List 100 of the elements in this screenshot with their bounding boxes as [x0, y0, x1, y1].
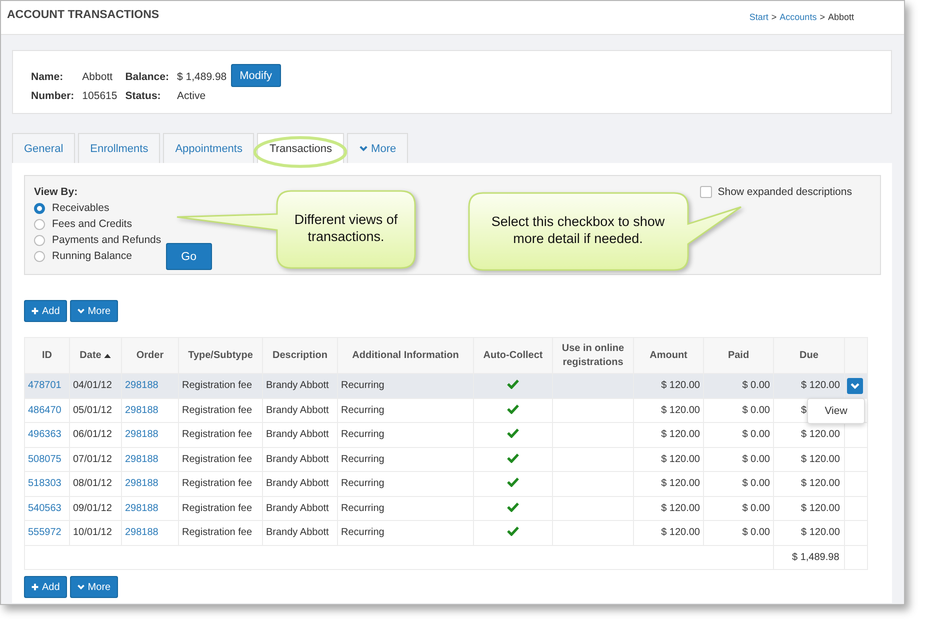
radio-option[interactable]: Payments and Refunds: [34, 234, 162, 246]
column-header: ID: [24, 338, 70, 374]
table-cell: Recurring: [341, 454, 384, 465]
field-value: Abbott: [82, 71, 114, 83]
table-cell: $ 0.00: [742, 502, 770, 514]
page-title: ACCOUNT TRANSACTIONS: [7, 9, 160, 21]
table-cell: Brandy Abbott: [266, 404, 329, 416]
breadcrumb-link[interactable]: Accounts: [780, 12, 817, 22]
table-cell: Recurring: [341, 404, 384, 416]
table-cell: $ 0.00: [742, 380, 770, 392]
table-cell: Registration fee: [182, 478, 252, 490]
tab[interactable]: Appointments: [163, 133, 254, 163]
table-cell: $ 120.00: [801, 429, 840, 440]
tab[interactable]: General: [12, 133, 76, 163]
add-button[interactable]: Add: [24, 576, 67, 598]
table-cell: $ 120.00: [801, 454, 840, 465]
table-cell: Registration fee: [182, 380, 252, 392]
table-cell: $ 120.00: [801, 478, 840, 490]
table-cell: 04/01/12: [73, 380, 112, 392]
table-cell: $ 120.00: [801, 502, 840, 514]
table-cell: Recurring: [341, 429, 384, 440]
table-cell: $ 120.00: [661, 454, 700, 465]
chevron-down-icon: [76, 583, 85, 591]
column-header: Due: [774, 338, 844, 374]
breadcrumb-separator: >: [820, 12, 825, 22]
table-cell: 08/01/12: [73, 478, 112, 490]
column-header: Use in online registrations: [552, 338, 634, 374]
table-cell: $ 120.00: [661, 478, 700, 490]
callout-text: Different views of transactions.: [293, 211, 399, 245]
column-header: Additional Information: [338, 338, 474, 374]
column-header: Type/Subtype: [178, 338, 262, 374]
field-label: Name:: [31, 71, 64, 83]
table-cell: 10/01/12: [73, 527, 112, 538]
column-header: Auto-Collect: [474, 338, 552, 374]
plus-icon: [31, 583, 39, 591]
tab[interactable]: More: [347, 133, 408, 163]
more-button[interactable]: More: [70, 576, 118, 598]
radio-option[interactable]: Running Balance: [34, 250, 162, 262]
table-cell: Registration fee: [182, 527, 252, 538]
field-value: 105615: [82, 90, 118, 102]
callout-text: Select this checkbox to show more detail if needed.: [490, 213, 666, 247]
plus-icon: [31, 307, 39, 315]
more-button[interactable]: More: [70, 300, 118, 322]
add-button[interactable]: Add: [24, 300, 67, 322]
table-cell: Brandy Abbott: [266, 527, 329, 538]
table-cell: Recurring: [341, 502, 384, 514]
field-label: Balance:: [125, 71, 169, 83]
chevron-down-icon: [76, 307, 85, 315]
table-cell: 06/01/12: [73, 429, 112, 440]
field-label: Status:: [125, 90, 162, 102]
table-cell: $ 0.00: [742, 404, 770, 416]
column-header[interactable]: Date: [70, 338, 122, 374]
table-cell: Brandy Abbott: [266, 478, 329, 490]
column-header: Amount: [634, 338, 704, 374]
radio-option[interactable]: Fees and Credits: [34, 218, 162, 230]
row-menu-button[interactable]: [847, 378, 863, 394]
table-cell: Registration fee: [182, 429, 252, 440]
view-by-label: View By:: [34, 186, 79, 198]
breadcrumb-link[interactable]: Start: [749, 12, 768, 22]
table-cell: Registration fee: [182, 404, 252, 416]
table-cell: $ 0.00: [742, 454, 770, 465]
table-cell: $ 120.00: [661, 429, 700, 440]
table-cell: $ 120.00: [661, 380, 700, 392]
table-cell: Brandy Abbott: [266, 454, 329, 465]
total-amount: $ 1,489.98: [792, 552, 840, 563]
radio-option[interactable]: Receivables: [34, 202, 162, 214]
chevron-down-icon: [850, 380, 860, 391]
table-cell: $ 0.00: [742, 429, 770, 440]
column-header: Order: [122, 338, 178, 374]
table-cell: $ 120.00: [661, 404, 700, 416]
table-cell: Brandy Abbott: [266, 502, 329, 514]
field-value: $ 1,489.98: [177, 71, 227, 83]
column-header: Paid: [704, 338, 774, 374]
current-page-label: Abbott: [828, 12, 854, 22]
table-cell: 07/01/12: [73, 454, 112, 465]
menu-item[interactable]: View: [808, 405, 864, 417]
table-cell: $ 120.00: [801, 527, 840, 538]
expanded-descriptions-checkbox[interactable]: Show expanded descriptions: [700, 186, 852, 200]
field-value: Active: [177, 90, 207, 102]
table-cell: 09/01/12: [73, 502, 112, 514]
modify-button[interactable]: Modify: [230, 64, 282, 87]
field-label: Number:: [31, 90, 74, 102]
table-cell: Recurring: [341, 527, 384, 538]
table-cell: $ 0.00: [742, 478, 770, 490]
chevron-down-icon: [359, 144, 368, 153]
table-cell: $: [801, 404, 807, 416]
go-button[interactable]: Go: [166, 243, 212, 270]
breadcrumb-separator: >: [771, 12, 777, 22]
table-cell: 05/01/12: [73, 404, 112, 416]
table-cell: Brandy Abbott: [266, 429, 329, 440]
table-cell: $ 120.00: [801, 380, 840, 392]
table-cell: $ 120.00: [661, 527, 700, 538]
table-cell: Registration fee: [182, 502, 252, 514]
table-cell: $ 120.00: [661, 502, 700, 514]
tab[interactable]: Enrollments: [78, 133, 160, 163]
table-cell: Registration fee: [182, 454, 252, 465]
table-cell: Recurring: [341, 478, 384, 490]
column-header: Description: [262, 338, 338, 374]
table-cell: $ 0.00: [742, 527, 770, 538]
table-cell: Recurring: [341, 380, 384, 392]
